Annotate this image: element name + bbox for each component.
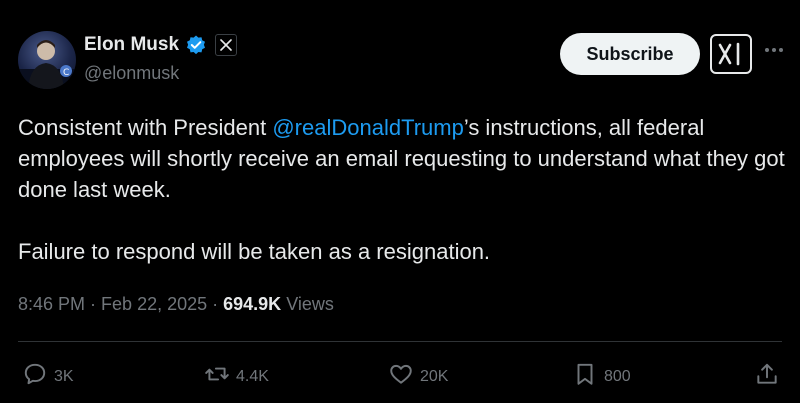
svg-text:C: C xyxy=(63,68,69,78)
tweet-date[interactable]: Feb 22, 2025 xyxy=(101,294,207,315)
bookmark-icon xyxy=(572,361,598,392)
like-icon xyxy=(388,361,414,392)
tweet-paragraph-1: Consistent with President @realDonaldTru… xyxy=(18,112,788,205)
mention-link[interactable]: @realDonaldTrump xyxy=(272,115,463,140)
author-handle[interactable]: @elonmusk xyxy=(84,63,179,84)
views-label: Views xyxy=(286,294,334,314)
author-name[interactable]: Elon Musk xyxy=(84,34,179,56)
reply-button[interactable]: 3K xyxy=(22,361,74,392)
action-bar: 3K 4.4K 20K 800 xyxy=(0,361,800,389)
like-count: 20K xyxy=(420,367,449,385)
share-button[interactable] xyxy=(754,361,780,392)
meta-separator: · xyxy=(212,294,219,314)
repost-icon xyxy=(204,361,230,392)
tweet-time[interactable]: 8:46 PM xyxy=(18,294,85,315)
tweet-text-before: Consistent with President xyxy=(18,115,273,140)
author-name-row: Elon Musk xyxy=(84,33,238,57)
verified-badge-icon xyxy=(185,34,207,56)
reply-icon xyxy=(22,361,48,392)
views-count: 694.9K xyxy=(223,294,282,314)
divider xyxy=(18,341,782,342)
bookmark-count: 800 xyxy=(604,367,631,385)
tweet-meta: 8:46 PM · Feb 22, 2025 · 694.9K Views xyxy=(18,294,334,315)
reply-count: 3K xyxy=(54,367,74,385)
x-logo-icon xyxy=(215,34,238,56)
repost-button[interactable]: 4.4K xyxy=(204,361,269,392)
share-icon xyxy=(754,361,780,392)
bookmark-button[interactable]: 800 xyxy=(572,361,631,392)
like-button[interactable]: 20K xyxy=(388,361,448,392)
tweet-paragraph-2: Failure to respond will be taken as a re… xyxy=(18,239,491,264)
meta-separator: · xyxy=(90,294,97,314)
tweet-text: Consistent with President @realDonaldTru… xyxy=(18,112,788,267)
subscribe-button[interactable]: Subscribe xyxy=(560,33,700,75)
repost-count: 4.4K xyxy=(236,367,269,385)
xai-logo-icon[interactable] xyxy=(710,34,752,74)
avatar[interactable]: C xyxy=(18,31,76,89)
more-icon[interactable] xyxy=(765,45,787,55)
